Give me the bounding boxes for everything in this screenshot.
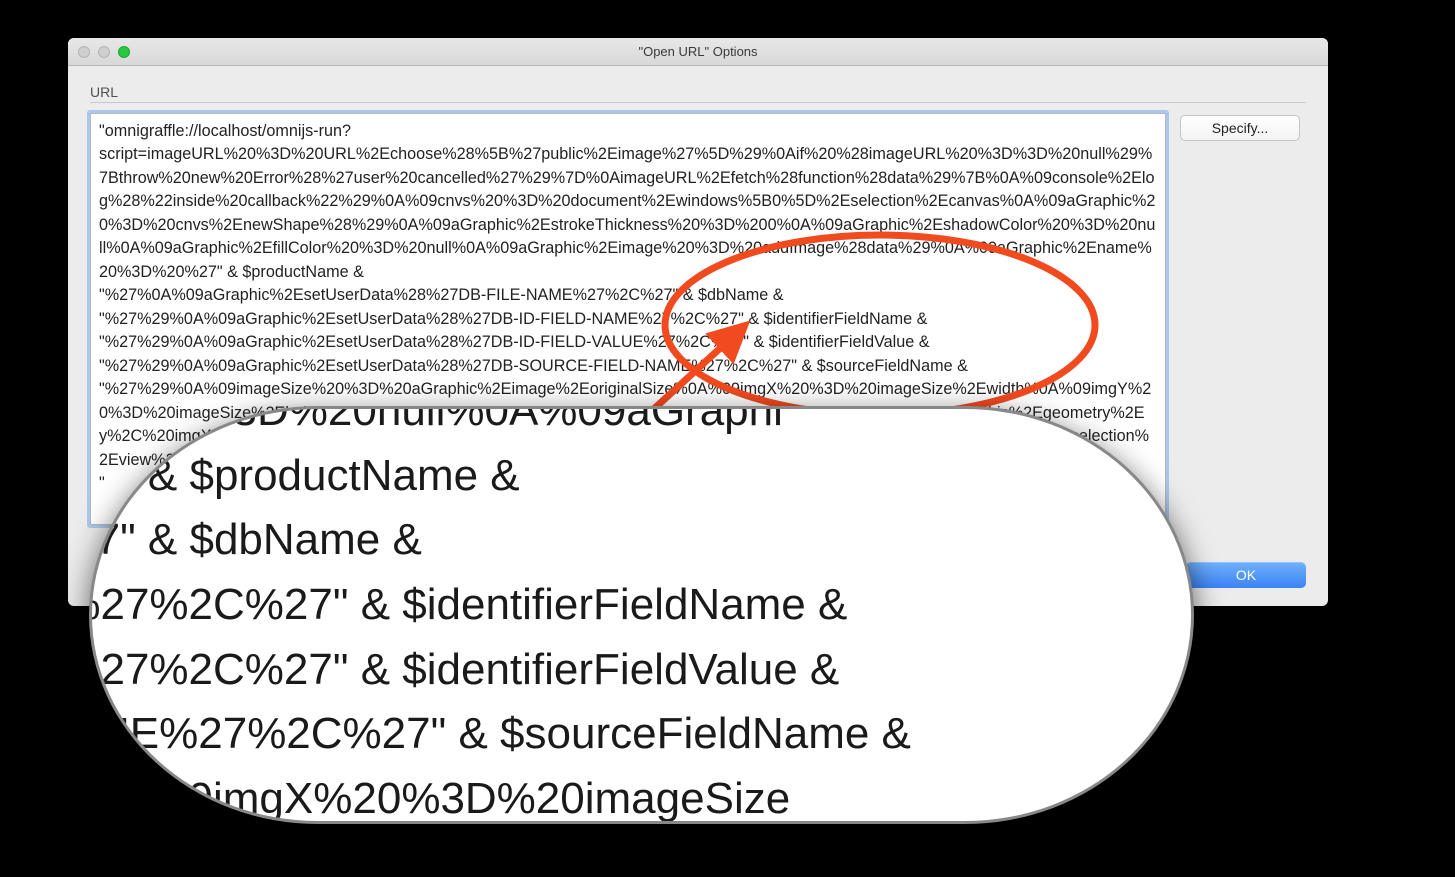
minimize-icon[interactable] [98,46,110,58]
maximize-icon[interactable] [118,46,130,58]
magnifier-loupe: olor%20%3D%20null%0A%09aGraphi %27" & $p… [89,406,1194,824]
window-title: "Open URL" Options [638,44,757,59]
divider [90,102,1306,103]
url-label: URL [90,84,1306,100]
ok-button[interactable]: OK [1186,562,1306,588]
specify-button[interactable]: Specify... [1180,115,1300,141]
close-icon[interactable] [78,46,90,58]
magnifier-content: olor%20%3D%20null%0A%09aGraphi %27" & $p… [89,406,1121,824]
traffic-lights [78,46,130,58]
titlebar: "Open URL" Options [68,38,1328,66]
